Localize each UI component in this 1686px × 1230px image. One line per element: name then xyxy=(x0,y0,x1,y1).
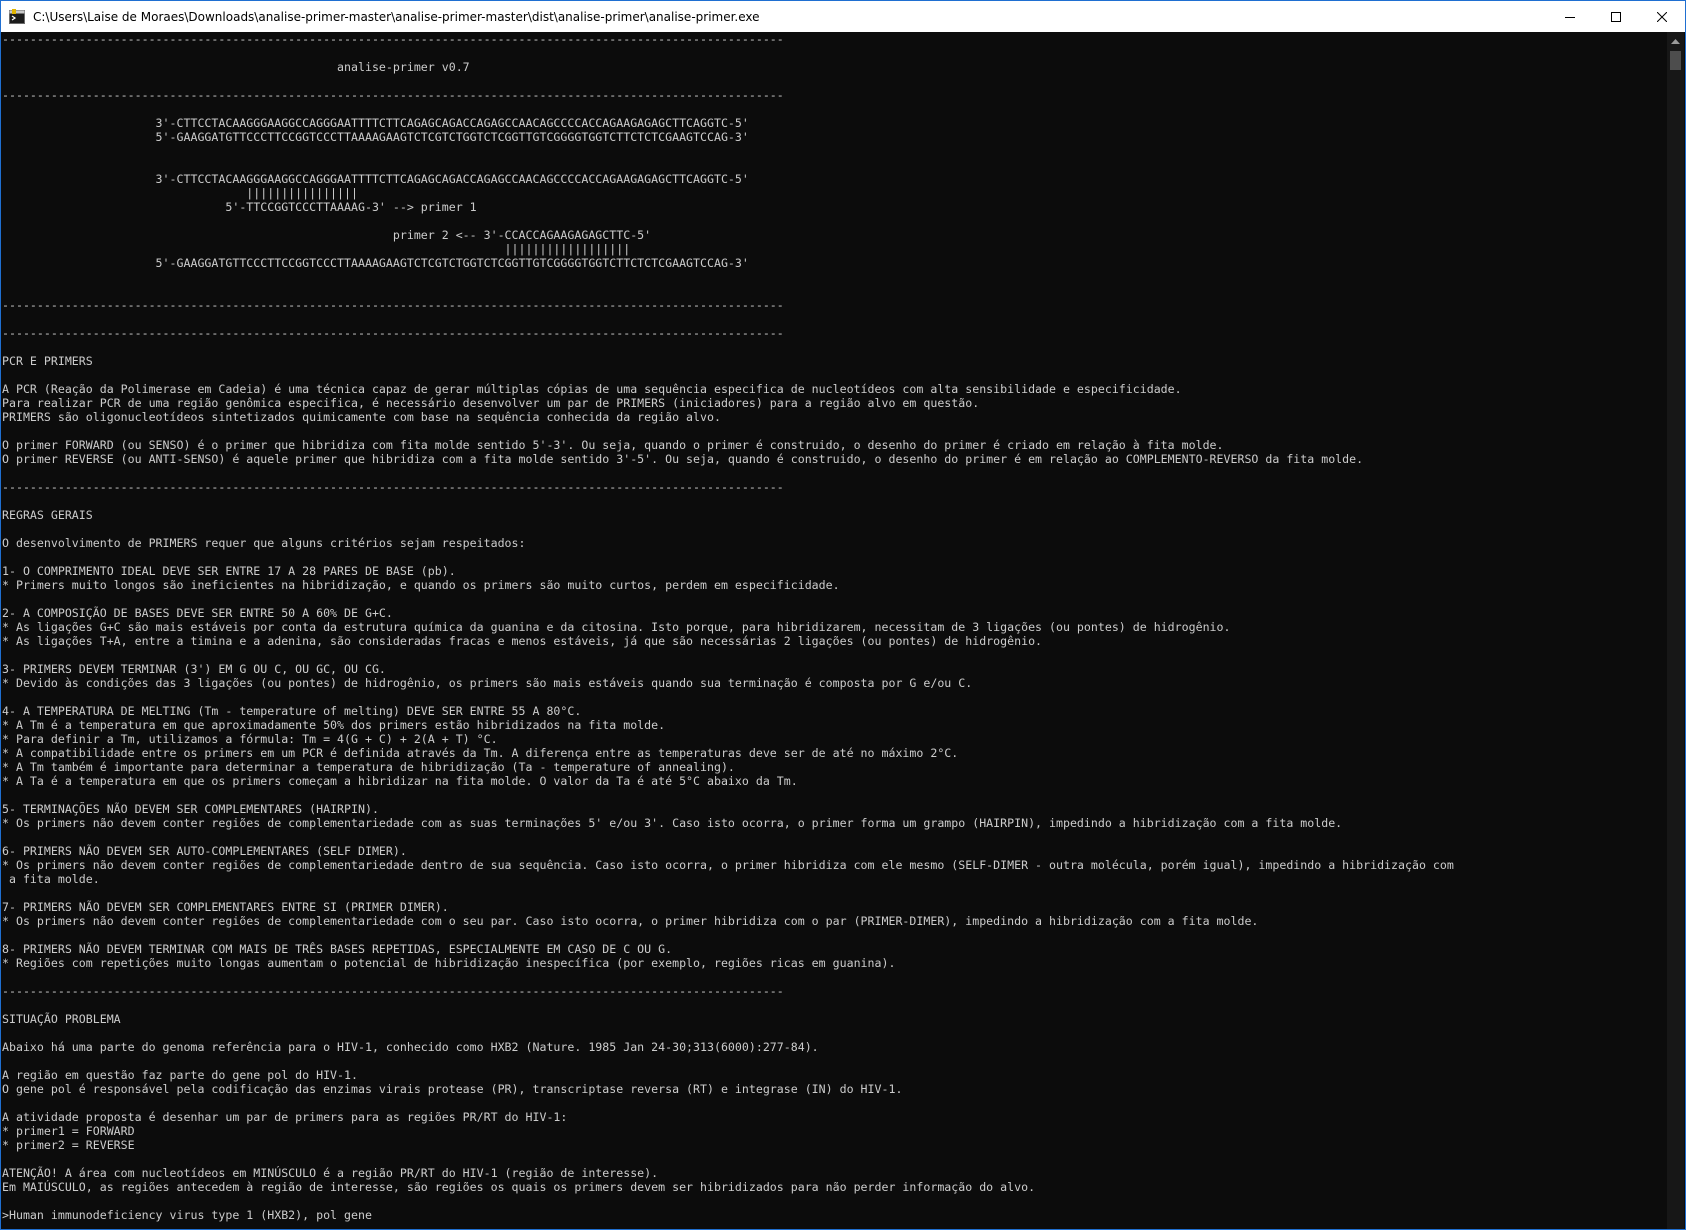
console-window: C:\Users\Laise de Moraes\Downloads\anali… xyxy=(0,0,1686,1230)
console-output[interactable]: ----------------------------------------… xyxy=(2,32,1668,1229)
console-line: a fita molde. xyxy=(2,872,100,886)
console-line: 5'-GAAGGATGTTCCCTTCCGGTCCCTTAAAAGAAGTCTC… xyxy=(2,256,749,270)
console-line: * A compatibilidade entre os primers em … xyxy=(2,746,959,760)
console-line: REGRAS GERAIS xyxy=(2,508,93,522)
scroll-up-button[interactable] xyxy=(1667,32,1684,49)
console-line: SITUAÇÃO PROBLEMA xyxy=(2,1012,121,1026)
console-line: 7- PRIMERS NÃO DEVEM SER COMPLEMENTARES … xyxy=(2,900,449,914)
close-button[interactable] xyxy=(1639,1,1685,32)
console-line: * As ligações T+A, entre a timina e a ad… xyxy=(2,634,1043,648)
console-line: |||||||||||||||| xyxy=(2,186,358,200)
console-line: ----------------------------------------… xyxy=(2,326,784,340)
console-line: primer 2 <-- 3'-CCACCAGAAGAGAGCTTC-5' xyxy=(2,228,652,242)
console-line: * Os primers não devem conter regiões de… xyxy=(2,914,1259,928)
scroll-thumb[interactable] xyxy=(1670,51,1681,70)
window-title: C:\Users\Laise de Moraes\Downloads\anali… xyxy=(33,9,760,24)
maximize-icon xyxy=(1611,11,1621,22)
console-line: A atividade proposta é desenhar um par d… xyxy=(2,1110,568,1124)
console-line: O primer FORWARD (ou SENSO) é o primer q… xyxy=(2,438,1224,452)
console-line: * A Tm também é importante para determin… xyxy=(2,760,735,774)
console-line: 3'-CTTCCTACAAGGGAAGGCCAGGGAATTTTCTTCAGAG… xyxy=(2,116,749,130)
maximize-button[interactable] xyxy=(1593,1,1639,32)
console-line: 3- PRIMERS DEVEM TERMINAR (3') EM G OU C… xyxy=(2,662,386,676)
console-line: * Os primers não devem conter regiões de… xyxy=(2,816,1343,830)
console-line: 5'-TTCCGGTCCCTTAAAAG-3' --> primer 1 xyxy=(2,200,477,214)
console-line: 5- TERMINAÇÕES NÃO DEVEM SER COMPLEMENTA… xyxy=(2,802,379,816)
console-line: analise-primer v0.7 xyxy=(2,60,470,74)
close-icon xyxy=(1657,11,1667,22)
console-line: O gene pol é responsável pela codificaçã… xyxy=(2,1082,903,1096)
console-line: 6- PRIMERS NÃO DEVEM SER AUTO-COMPLEMENT… xyxy=(2,844,407,858)
minimize-button[interactable] xyxy=(1547,1,1593,32)
console-line: 2- A COMPOSIÇÃO DE BASES DEVE SER ENTRE … xyxy=(2,606,393,620)
console-line: ----------------------------------------… xyxy=(2,480,784,494)
console-line: * Regiões com repetições muito longas au… xyxy=(2,956,896,970)
console-line: Para realizar PCR de uma região genômica… xyxy=(2,396,980,410)
console-line: >Human immunodeficiency virus type 1 (HX… xyxy=(2,1208,372,1222)
console-line: 4- A TEMPERATURA DE MELTING (Tm - temper… xyxy=(2,704,582,718)
console-line: A PCR (Reação da Polimerase em Cadeia) é… xyxy=(2,382,1182,396)
console-text: ----------------------------------------… xyxy=(2,32,1668,1222)
console-line: * Os primers não devem conter regiões de… xyxy=(2,858,1454,872)
console-line: * Para definir a Tm, utilizamos a fórmul… xyxy=(2,732,498,746)
console-line: ATENÇÃO! A área com nucleotídeos em MINÚ… xyxy=(2,1166,659,1180)
console-line: * primer2 = REVERSE xyxy=(2,1138,135,1152)
console-line: * primer1 = FORWARD xyxy=(2,1124,135,1138)
console-line: 5'-GAAGGATGTTCCCTTCCGGTCCCTTAAAAGAAGTCTC… xyxy=(2,130,749,144)
vertical-scrollbar[interactable] xyxy=(1667,32,1684,1229)
console-line: * Devido às condições das 3 ligações (ou… xyxy=(2,676,973,690)
console-line: * As ligações G+C são mais estáveis por … xyxy=(2,620,1231,634)
console-line: ----------------------------------------… xyxy=(2,984,784,998)
console-line: * A Tm é a temperatura em que aproximada… xyxy=(2,718,666,732)
console-line: Em MAIÚSCULO, as regiões antecedem à reg… xyxy=(2,1180,1036,1194)
console-line: PCR E PRIMERS xyxy=(2,354,93,368)
console-app-icon xyxy=(9,8,25,24)
title-bar[interactable]: C:\Users\Laise de Moraes\Downloads\anali… xyxy=(1,1,1685,32)
minimize-icon xyxy=(1565,16,1575,18)
console-line: ----------------------------------------… xyxy=(2,298,784,312)
console-line: |||||||||||||||||| xyxy=(2,242,631,256)
console-line: 8- PRIMERS NÃO DEVEM TERMINAR COM MAIS D… xyxy=(2,942,673,956)
console-line: * Primers muito longos são ineficientes … xyxy=(2,578,840,592)
console-line: ----------------------------------------… xyxy=(2,32,784,46)
console-line: ----------------------------------------… xyxy=(2,88,784,102)
console-line: A região em questão faz parte do gene po… xyxy=(2,1068,358,1082)
console-line: O desenvolvimento de PRIMERS requer que … xyxy=(2,536,526,550)
console-line: 3'-CTTCCTACAAGGGAAGGCCAGGGAATTTTCTTCAGAG… xyxy=(2,172,749,186)
console-line: 1- O COMPRIMENTO IDEAL DEVE SER ENTRE 17… xyxy=(2,564,456,578)
console-line: PRIMERS são oligonucleotídeos sintetizad… xyxy=(2,410,721,424)
console-line: O primer REVERSE (ou ANTI-SENSO) é aquel… xyxy=(2,452,1364,466)
chevron-up-icon xyxy=(1671,38,1680,44)
console-line: Abaixo há uma parte do genoma referência… xyxy=(2,1040,819,1054)
console-line: * A Ta é a temperatura em que os primers… xyxy=(2,774,798,788)
